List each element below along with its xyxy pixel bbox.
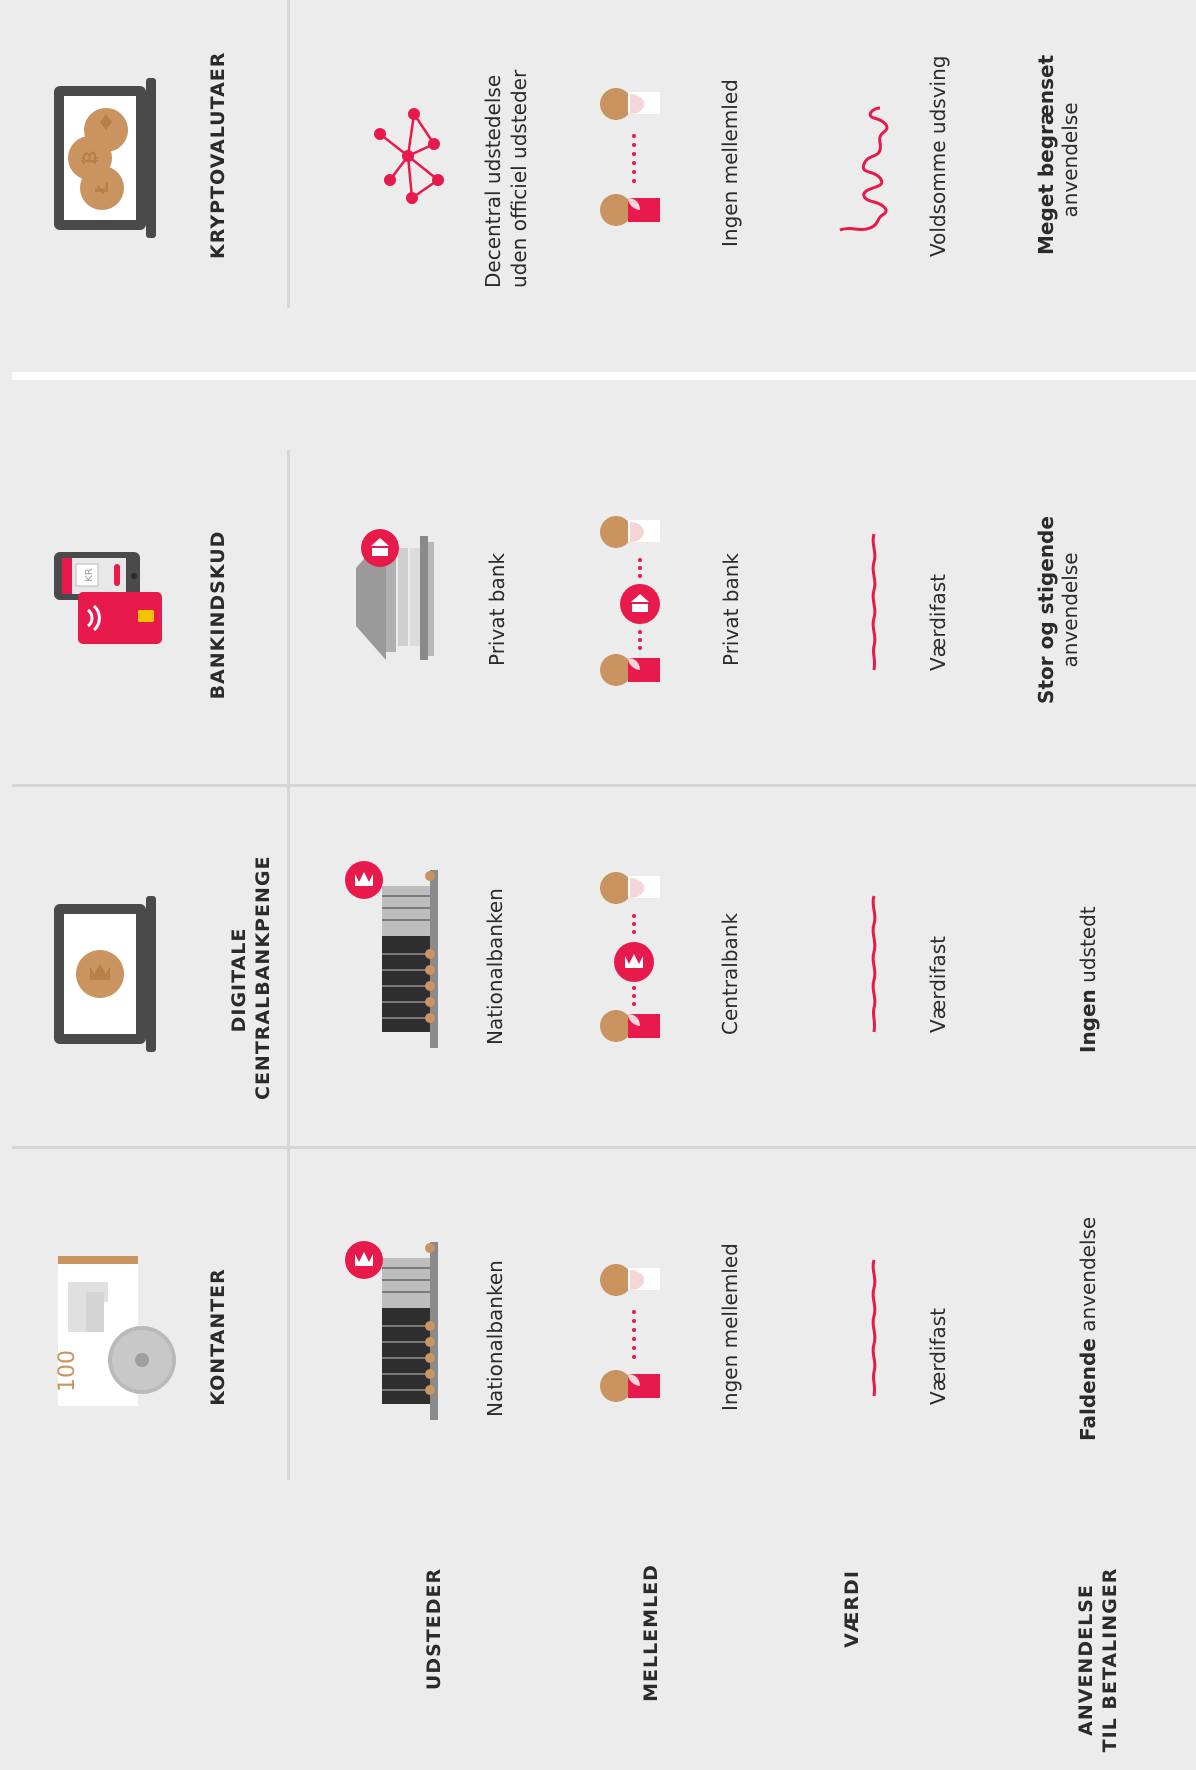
phone-card-icon: KR: [54, 552, 162, 644]
banknote-value: 100: [55, 1350, 80, 1392]
intermediary-bankindskud: Privat bank: [719, 553, 743, 666]
issuer-kontanter: Nationalbanken: [483, 1260, 507, 1417]
issuer-digitale: Nationalbanken: [483, 888, 507, 1045]
value-bankindskud: Værdifast: [926, 573, 950, 671]
svg-text:₿: ₿: [80, 151, 101, 166]
grid-horizontal-line-2: [12, 784, 1196, 787]
row-label-udsteder: UDSTEDER: [423, 1567, 445, 1691]
private-bank-intermediary-icon: [600, 516, 660, 686]
intermediary-kontanter: Ingen mellemled: [718, 1243, 742, 1411]
grid-vertical-line-3: [287, 450, 290, 786]
issuer-kryptovalutaer-line1: Decentral udstedelse: [481, 74, 505, 288]
banknote-coin-icon: 100: [55, 1256, 176, 1406]
value-kryptovalutaer: Voldsomme udsving: [926, 55, 950, 257]
peer-to-peer-icon-2: [600, 88, 660, 226]
decentralized-network-icon: [374, 108, 444, 204]
usage-bankindskud-rest: anvendelse: [1058, 552, 1082, 668]
column-title-kryptovalutaer: KRYPTOVALUTAER: [207, 51, 229, 259]
value-kontanter: Værdifast: [926, 1307, 950, 1405]
crypto-separator: [12, 372, 1196, 380]
usage-bankindskud: Stor og stigende anvendelse: [1034, 510, 1086, 710]
usage-digitale-bold: Ingen: [1076, 989, 1100, 1053]
intermediary-kryptovalutaer: Ingen mellemled: [718, 79, 742, 247]
usage-kontanter: Faldende anvendelse: [1075, 1201, 1101, 1441]
grid-horizontal-line-1: [12, 1146, 1196, 1149]
private-bank-building-icon: [356, 529, 434, 660]
nationalbank-building-icon-2: [345, 861, 438, 1048]
laptop-crypto-coins-icon: ₿ Ł: [54, 78, 156, 238]
volatile-value-line-icon: [839, 106, 889, 232]
column-title-kontanter: KONTANTER: [207, 1268, 229, 1406]
grid-vertical-line-1: [287, 1148, 290, 1480]
stable-value-line-icon-2: [871, 895, 877, 1033]
peer-to-peer-icon: [600, 1264, 660, 1402]
issuer-kryptovalutaer-line2: uden officiel udsteder: [507, 69, 531, 288]
row-label-anvendelse-line1: ANVENDELSE: [1075, 1584, 1097, 1736]
usage-kryptovalutaer-bold: Meget begrænset: [1034, 54, 1058, 255]
usage-kontanter-rest: anvendelse: [1076, 1216, 1100, 1339]
row-label-anvendelse: ANVENDELSE TIL BETALINGER: [1074, 1550, 1126, 1770]
issuer-bankindskud: Privat bank: [485, 553, 509, 666]
issuer-kryptovalutaer: Decentral udstedelse uden officiel udste…: [480, 28, 532, 288]
central-bank-intermediary-icon: [600, 872, 660, 1042]
usage-kryptovalutaer-rest: anvendelse: [1058, 102, 1082, 218]
stable-value-line-icon-3: [871, 533, 877, 671]
svg-text:Ł: Ł: [92, 182, 113, 195]
usage-kryptovalutaer: Meget begrænset anvendelse: [1034, 54, 1086, 255]
column-title-digitale-line2: CENTRALBANKPENGE: [252, 855, 274, 1100]
usage-digitale: Ingen udstedt: [1075, 873, 1101, 1053]
usage-bankindskud-bold: Stor og stigende: [1034, 516, 1058, 704]
column-title-digitale-line1: DIGITALE: [228, 927, 250, 1033]
grid-vertical-line-2: [287, 786, 290, 1148]
nationalbank-building-icon: [345, 1241, 438, 1420]
column-title-bankindskud: BANKINDSKUD: [207, 530, 229, 700]
stable-value-line-icon: [871, 1259, 877, 1397]
row-label-anvendelse-line2: TIL BETALINGER: [1099, 1567, 1121, 1753]
laptop-coin-icon: [54, 896, 156, 1052]
intermediary-digitale: Centralbank: [718, 912, 742, 1035]
column-title-digitale: DIGITALE CENTRALBANKPENGE: [227, 855, 279, 1100]
row-label-mellemled: MELLEMLED: [640, 1564, 662, 1702]
grid-vertical-line-4: [287, 0, 290, 308]
row-label-vaerdi: VÆRDI: [841, 1570, 863, 1648]
value-digitale: Værdifast: [926, 935, 950, 1033]
usage-digitale-rest: udstedt: [1076, 906, 1100, 990]
phone-text: KR: [84, 568, 95, 582]
usage-kontanter-bold: Faldende: [1076, 1338, 1100, 1441]
